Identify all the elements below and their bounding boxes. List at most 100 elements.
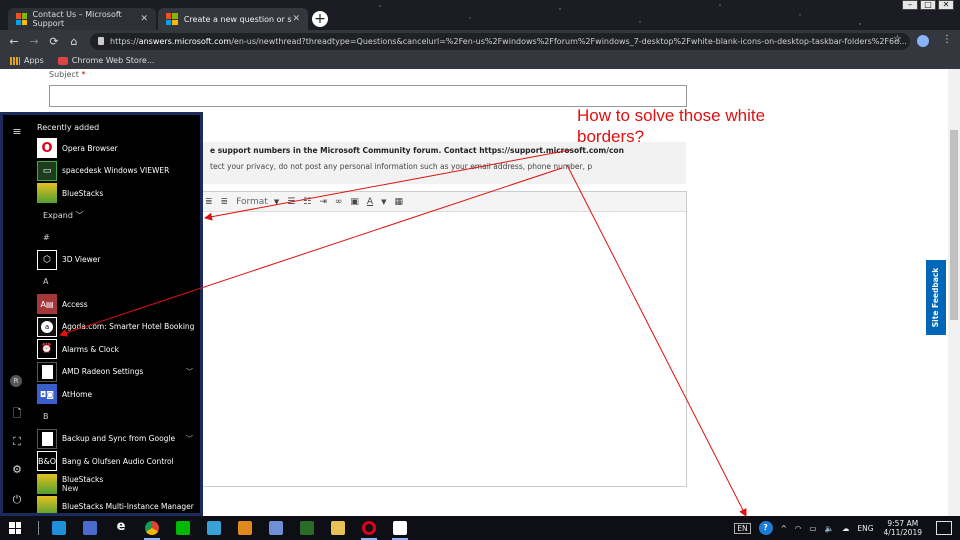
- hamburger-icon[interactable]: ≡: [10, 125, 24, 138]
- wifi-icon[interactable]: ◠: [795, 524, 802, 533]
- start-rail: ≡ R 🗋 ⛶ ⚙ ⏻: [3, 115, 33, 513]
- app-item-bluestacks-mim[interactable]: BlueStacks Multi-Instance Manager: [37, 495, 200, 513]
- app-item-amd-radeon[interactable]: AMD Radeon Settings ﹀: [37, 361, 200, 384]
- minimize-button[interactable]: –: [902, 0, 918, 10]
- taskbar-app[interactable]: [202, 516, 226, 540]
- taskbar-app[interactable]: [264, 516, 288, 540]
- app-item-3d-viewer[interactable]: ⬡ 3D Viewer: [37, 249, 200, 272]
- subject-label: Subject *: [49, 70, 86, 79]
- menu-kebab-icon[interactable]: ⋮: [942, 34, 952, 45]
- file-icon: [207, 521, 221, 535]
- letter-header-a[interactable]: A: [37, 271, 200, 293]
- taskbar-app[interactable]: e: [109, 516, 133, 540]
- app-item-agoda[interactable]: a Agoda.com: Smarter Hotel Booking: [37, 316, 200, 339]
- font-color-icon[interactable]: A: [367, 197, 373, 207]
- chevron-down-icon[interactable]: ﹀: [186, 434, 193, 444]
- taskbar-app[interactable]: [326, 516, 350, 540]
- letter-header-b[interactable]: B: [37, 406, 200, 428]
- access-icon: A▤: [37, 294, 57, 315]
- app-item-access[interactable]: A▤ Access: [37, 293, 200, 316]
- recently-added-heading: Recently added: [37, 123, 100, 132]
- battery-icon[interactable]: ▭: [809, 524, 816, 533]
- app-item-bang-olufsen[interactable]: B&O Bang & Olufsen Audio Control: [37, 450, 200, 473]
- profile-avatar[interactable]: [917, 35, 929, 47]
- indent-icon[interactable]: ⇥: [319, 197, 327, 207]
- alarm-icon: ⏰: [37, 339, 57, 360]
- clock[interactable]: 9:57 AM 4/11/2019: [884, 519, 922, 537]
- notification-center-icon[interactable]: [936, 521, 952, 535]
- chevron-down-icon[interactable]: ﹀: [186, 367, 193, 377]
- color-dropdown-icon[interactable]: ▼: [381, 198, 386, 206]
- numbered-list-icon[interactable]: ☷: [303, 197, 311, 207]
- taskbar-app[interactable]: [171, 516, 195, 540]
- tab-new-question[interactable]: Create a new question or start a ✕: [158, 8, 308, 30]
- close-icon[interactable]: ✕: [292, 14, 300, 24]
- format-dropdown[interactable]: Format: [236, 197, 268, 207]
- letter-header-hash[interactable]: #: [37, 227, 200, 249]
- align-full-icon[interactable]: ≣: [221, 197, 229, 207]
- expand-link[interactable]: Expand ﹀: [37, 205, 200, 227]
- settings-gear-icon[interactable]: ⚙: [10, 463, 24, 476]
- windows-logo-icon: [9, 522, 21, 534]
- language-indicator[interactable]: ENG: [857, 524, 873, 533]
- align-justify-icon[interactable]: ≣: [205, 197, 213, 207]
- maximize-button[interactable]: □: [920, 0, 936, 10]
- start-button[interactable]: [0, 516, 30, 540]
- bookmark-apps[interactable]: Apps: [24, 56, 44, 65]
- opera-icon: [362, 521, 376, 535]
- bookmark-web-store[interactable]: Chrome Web Store...: [72, 56, 155, 65]
- taskbar-app[interactable]: [47, 516, 71, 540]
- user-icon[interactable]: R: [10, 375, 22, 387]
- app-item-spacedesk[interactable]: ▭ spacedesk Windows VIEWER: [37, 160, 200, 183]
- power-icon[interactable]: ⏻: [10, 493, 24, 507]
- apps-grid-icon: [10, 56, 20, 65]
- page-scrollbar[interactable]: [948, 69, 960, 516]
- app-item-alarms[interactable]: ⏰ Alarms & Clock: [37, 338, 200, 361]
- home-icon[interactable]: ⌂: [64, 35, 84, 48]
- table-icon[interactable]: ▦: [394, 197, 403, 207]
- link-icon[interactable]: ∞: [335, 197, 343, 207]
- bookmarks-bar: Apps Chrome Web Store...: [0, 52, 960, 69]
- tab-title: Create a new question or start a: [183, 14, 293, 24]
- reload-icon[interactable]: ⟳: [44, 35, 64, 48]
- close-window-button[interactable]: ✕: [938, 0, 954, 10]
- app-item-athome[interactable]: ◘◙ AtHome: [37, 383, 200, 406]
- bullet-list-icon[interactable]: ☰: [287, 197, 295, 207]
- app-item-opera[interactable]: O Opera Browser: [37, 137, 200, 160]
- screen: Contact Us – Microsoft Support ✕ Create …: [0, 0, 960, 540]
- web-store-icon: [57, 56, 68, 65]
- chevron-down-icon[interactable]: ▼: [274, 198, 279, 206]
- back-arrow-icon[interactable]: ←: [4, 35, 24, 48]
- rich-text-editor[interactable]: ≣ ≣ Format ▼ ☰ ☷ ⇥ ∞ ▣ A ▼ ▦: [200, 191, 687, 487]
- taskbar-app[interactable]: [388, 516, 412, 540]
- taskbar-app[interactable]: [140, 516, 164, 540]
- taskbar-app[interactable]: [233, 516, 257, 540]
- chevron-up-icon[interactable]: ^: [781, 524, 787, 533]
- desktop-icon: [83, 521, 97, 535]
- app-item-backup-sync[interactable]: Backup and Sync from Google ﹀: [37, 428, 200, 451]
- taskbar-app[interactable]: [295, 516, 319, 540]
- new-tab-button[interactable]: +: [312, 11, 328, 27]
- input-indicator[interactable]: EN: [734, 522, 751, 534]
- notice-box: e support numbers in the Microsoft Commu…: [200, 142, 686, 184]
- cloud-icon[interactable]: ☁: [842, 524, 850, 533]
- app-item-bluestacks[interactable]: BlueStacks: [37, 182, 200, 205]
- image-icon[interactable]: ▣: [350, 197, 359, 207]
- address-bar[interactable]: https://answers.microsoft.com/en-us/newt…: [90, 33, 910, 50]
- document-icon[interactable]: 🗋: [10, 405, 24, 424]
- forward-arrow-icon[interactable]: →: [24, 35, 44, 48]
- pictures-icon[interactable]: ⛶: [10, 435, 24, 449]
- app-item-bluestacks-new[interactable]: BlueStacks New: [37, 473, 200, 496]
- store-icon: [52, 521, 66, 535]
- taskbar-app[interactable]: [78, 516, 102, 540]
- help-icon[interactable]: ?: [758, 521, 773, 535]
- scrollbar-thumb[interactable]: [950, 130, 958, 320]
- volume-icon[interactable]: 🔈: [825, 524, 834, 533]
- tab-contact-us[interactable]: Contact Us – Microsoft Support ✕: [8, 8, 156, 30]
- taskbar-app[interactable]: [357, 516, 381, 540]
- cube-icon: ⬡: [37, 249, 57, 270]
- bookmark-star-icon[interactable]: ☆: [893, 34, 902, 45]
- site-feedback-button[interactable]: Site Feedback: [926, 260, 946, 335]
- subject-input[interactable]: [49, 85, 687, 107]
- close-icon[interactable]: ✕: [140, 14, 148, 24]
